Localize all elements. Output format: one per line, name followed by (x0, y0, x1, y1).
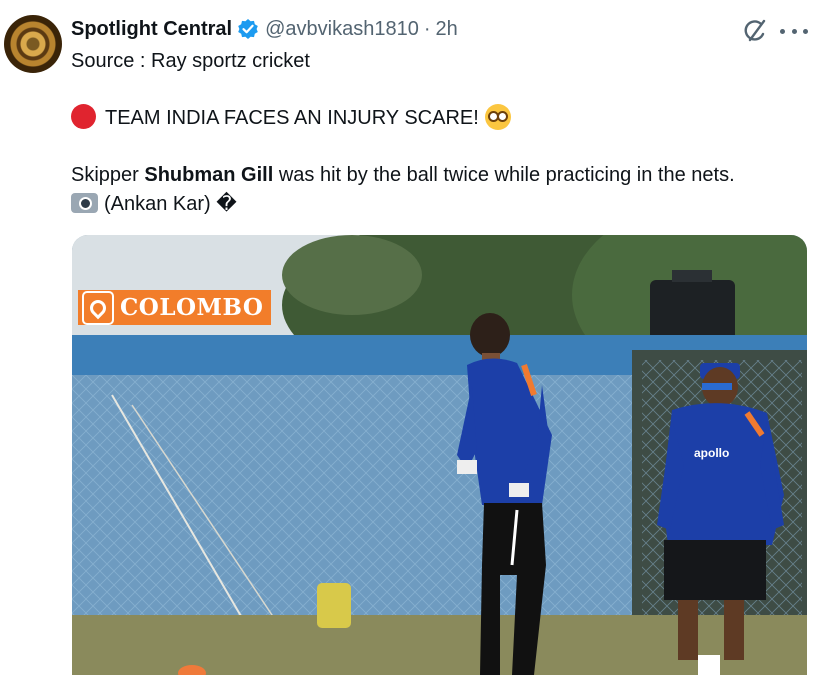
avatar[interactable] (4, 15, 62, 73)
headline-line: TEAM INDIA FACES AN INJURY SCARE! (71, 104, 511, 131)
tweet-media[interactable]: apollo COLOMBO (72, 235, 807, 675)
display-name[interactable]: Spotlight Central (71, 18, 232, 41)
timestamp[interactable]: 2h (436, 18, 458, 41)
jersey-sponsor: apollo (694, 446, 729, 460)
separator-dot: · (423, 17, 431, 40)
player-name: Shubman Gill (144, 164, 274, 186)
headline-text: TEAM INDIA FACES AN INJURY SCARE! (105, 107, 479, 129)
body-line: Skipper Shubman Gill was hit by the ball… (71, 162, 735, 188)
body-suffix: was hit by the ball twice while practici… (278, 164, 735, 186)
verified-badge-icon (237, 18, 259, 40)
flushed-face-emoji (484, 104, 511, 130)
replacement-char: � (216, 191, 237, 215)
photo-credit: (Ankan Kar) (104, 193, 211, 215)
source-line: Source : Ray sportz cricket (71, 50, 310, 72)
map-pin-icon (82, 290, 114, 325)
camera-flash-emoji (71, 193, 98, 213)
tweet-header: Spotlight Central @avbvikash1810 · 2h (71, 14, 458, 44)
body-prefix: Skipper (71, 164, 139, 186)
more-icon[interactable] (780, 18, 808, 44)
location-badge: COLOMBO (78, 290, 272, 325)
location-label: COLOMBO (120, 294, 264, 321)
red-circle-emoji (71, 104, 96, 129)
user-handle[interactable]: @avbvikash1810 (265, 18, 419, 41)
grok-icon[interactable] (742, 18, 768, 44)
credit-line: (Ankan Kar) � (71, 190, 237, 217)
